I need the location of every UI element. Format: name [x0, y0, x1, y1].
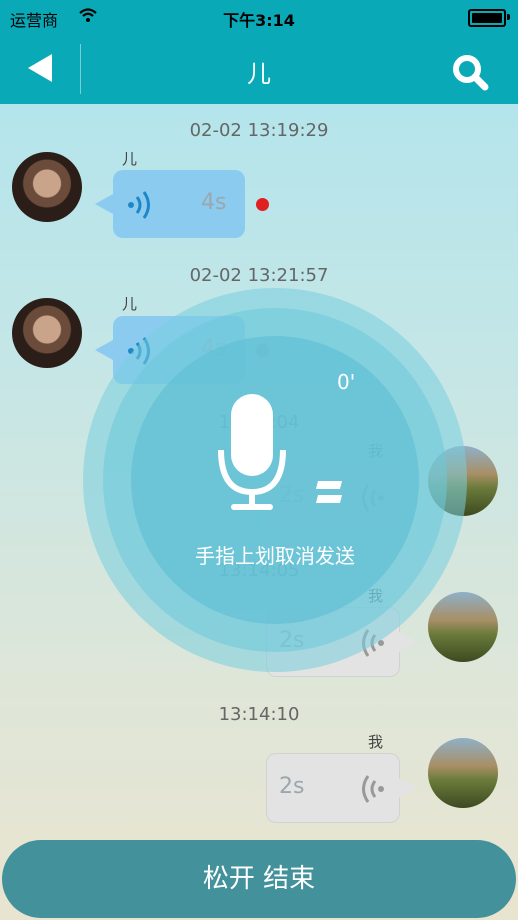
message-time: 02-02 13:21:57	[189, 265, 329, 286]
status-time: 下午3:14	[223, 11, 295, 30]
voice-duration: 2s	[279, 774, 305, 799]
battery-icon	[468, 9, 510, 27]
nav-bar: 儿	[0, 34, 518, 104]
avatar[interactable]	[12, 152, 82, 222]
release-to-end-button[interactable]: 松开 结束	[2, 840, 516, 918]
volume-level-icon	[316, 481, 342, 503]
voice-message-bubble[interactable]: 4s	[95, 170, 245, 238]
page-title: 儿	[247, 60, 271, 88]
recording-hint: 手指上划取消发送	[195, 544, 355, 568]
recording-overlay: 0' 手指上划取消发送	[83, 288, 467, 672]
message-time: 02-02 13:19:29	[189, 120, 329, 141]
avatar[interactable]	[12, 298, 82, 368]
sender-name: 儿	[122, 295, 138, 313]
voice-message-bubble[interactable]: 2s	[266, 753, 417, 823]
avatar[interactable]	[428, 738, 498, 808]
search-icon[interactable]	[450, 52, 490, 92]
voice-wave-icon	[128, 191, 150, 219]
sender-name: 我	[368, 733, 384, 751]
voice-wave-icon	[362, 775, 384, 803]
status-bar: 运营商 下午3:14	[0, 0, 518, 34]
voice-duration: 4s	[201, 190, 227, 215]
unread-dot	[256, 198, 269, 211]
recording-seconds: 0'	[337, 370, 356, 394]
avatar[interactable]	[428, 592, 498, 662]
message-time: 13:14:10	[218, 704, 300, 725]
sender-name: 儿	[122, 150, 138, 168]
